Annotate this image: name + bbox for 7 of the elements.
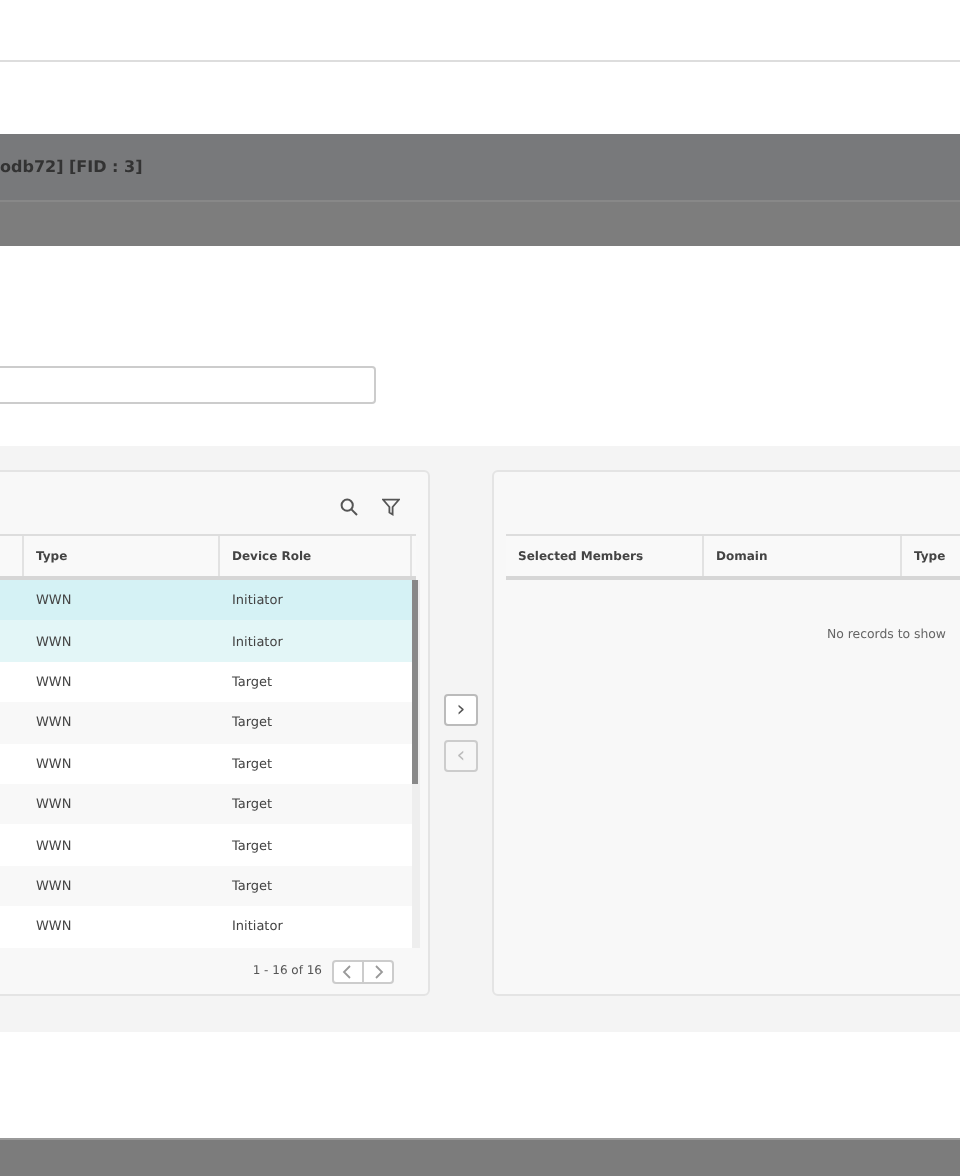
header-title: odb72] [FID : 3] bbox=[0, 158, 143, 176]
pager-buttons[interactable] bbox=[332, 959, 394, 983]
scrollbar[interactable] bbox=[412, 580, 420, 948]
search-icon[interactable] bbox=[340, 497, 358, 515]
filter-icon[interactable] bbox=[382, 497, 400, 515]
move-button[interactable]: › bbox=[444, 694, 478, 726]
filter-field[interactable] bbox=[0, 366, 376, 404]
